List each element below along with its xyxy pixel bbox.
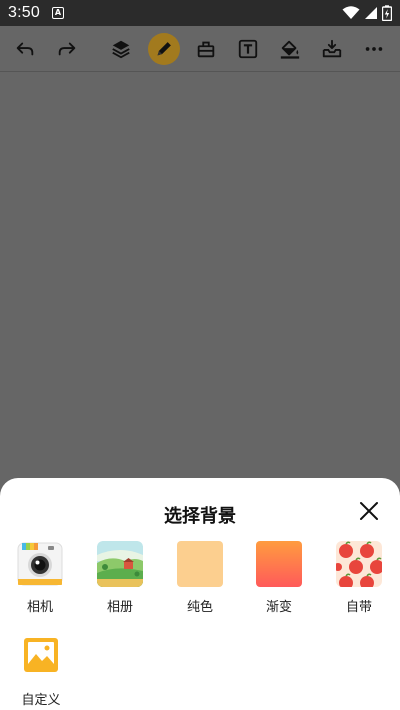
background-picker-sheet: 选择背景 相机 相册 纯色 渐变 自带 自定义: [0, 478, 400, 710]
signal-icon: [365, 7, 377, 19]
layers-button[interactable]: [105, 33, 137, 65]
more-icon: [365, 47, 383, 51]
eraser-icon: [197, 41, 215, 58]
wifi-icon: [342, 6, 360, 19]
pencil-icon: [157, 42, 171, 56]
sheet-title: 选择背景: [164, 506, 236, 527]
save-button[interactable]: [316, 33, 348, 65]
more-button[interactable]: [358, 33, 390, 65]
undo-icon: [16, 42, 34, 56]
a-letter-icon: A: [51, 7, 64, 19]
option-gradient[interactable]: 渐变: [249, 541, 309, 615]
status-time: 3:50: [8, 4, 40, 21]
fill-bucket-icon: [280, 40, 300, 59]
option-label: 相册: [106, 600, 133, 615]
status-icons: [342, 5, 392, 21]
layers-icon: [112, 40, 130, 59]
option-built-in[interactable]: 自带: [329, 541, 389, 615]
custom-image-icon: [21, 635, 61, 675]
redo-icon: [58, 42, 76, 56]
option-custom[interactable]: 自定义: [11, 635, 71, 708]
undo-button[interactable]: [9, 33, 41, 65]
redo-button[interactable]: [51, 33, 83, 65]
option-label: 相机: [26, 600, 53, 615]
album-landscape-icon: [97, 541, 143, 587]
option-label: 自定义: [21, 693, 61, 708]
camera-icon: [17, 541, 63, 587]
text-button[interactable]: [232, 33, 264, 65]
battery-charging-icon: [382, 5, 392, 21]
option-label: 自带: [345, 600, 372, 615]
gradient-swatch: [256, 541, 302, 587]
option-camera[interactable]: 相机: [10, 541, 70, 615]
status-bar: 3:50 A: [0, 0, 400, 26]
option-label: 纯色: [186, 600, 213, 615]
save-tray-icon: [322, 39, 342, 58]
fill-bucket-button[interactable]: [274, 33, 306, 65]
text-icon: [238, 39, 258, 59]
apple-pattern-icon: [336, 541, 382, 587]
option-solid-color[interactable]: 纯色: [170, 541, 230, 615]
eraser-button[interactable]: [190, 33, 222, 65]
option-label: 渐变: [265, 600, 292, 615]
drawing-toolbar: [0, 26, 400, 72]
option-album[interactable]: 相册: [90, 541, 150, 615]
pencil-button[interactable]: [148, 33, 180, 65]
solid-color-swatch: [177, 541, 223, 587]
close-icon[interactable]: [358, 500, 380, 522]
